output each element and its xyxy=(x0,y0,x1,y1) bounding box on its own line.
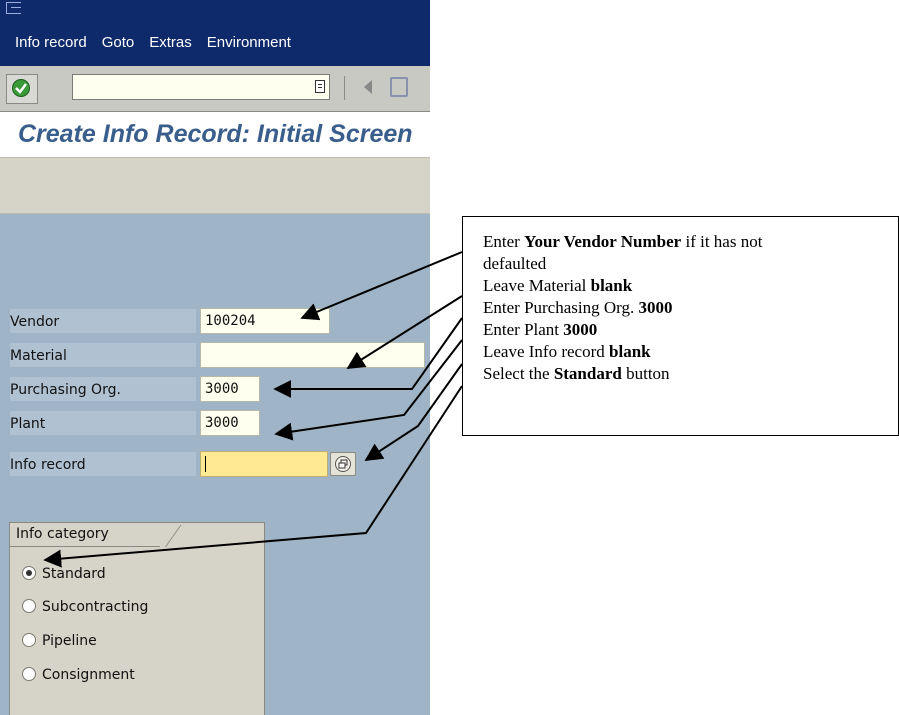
callout-bold: blank xyxy=(609,342,651,361)
enter-button[interactable] xyxy=(6,74,38,104)
radio-subcontracting-label: Subcontracting xyxy=(42,599,149,615)
radio-consignment-label: Consignment xyxy=(42,667,135,683)
info-category-group: Info category Standard Subcontracting Pi… xyxy=(9,522,265,715)
callout-text: button xyxy=(621,364,670,383)
green-check-icon xyxy=(12,79,30,97)
save-icon[interactable] xyxy=(390,77,408,97)
menu-extras[interactable]: Extras xyxy=(149,34,192,51)
menu-bar: Info record Goto Extras Environment xyxy=(0,0,430,66)
radio-button[interactable] xyxy=(22,599,36,613)
search-help-button[interactable] xyxy=(330,452,356,476)
material-field[interactable] xyxy=(200,342,425,368)
callout-text: Leave Material xyxy=(483,276,591,295)
callout-bold: Your Vendor Number xyxy=(524,232,682,251)
radio-standard-label: Standard xyxy=(42,566,106,582)
plant-label: Plant xyxy=(10,416,46,432)
system-menu-icon[interactable] xyxy=(6,2,21,14)
tab-edge xyxy=(165,525,182,547)
info-record-field[interactable] xyxy=(200,451,328,477)
radio-button-selected[interactable] xyxy=(22,566,36,580)
callout-text: Enter Plant xyxy=(483,320,564,339)
callout-text: Enter xyxy=(483,232,525,251)
standard-toolbar xyxy=(0,66,430,112)
radio-pipeline-label: Pipeline xyxy=(42,633,97,649)
callout-line-info-record: Leave Info record blank xyxy=(483,341,888,363)
callout-line-defaulted: defaulted xyxy=(483,253,888,275)
menu-info-record[interactable]: Info record xyxy=(15,34,87,51)
toolbar-separator xyxy=(344,76,345,100)
info-category-title: Info category xyxy=(16,526,109,542)
plant-field[interactable]: 3000 xyxy=(200,410,260,436)
search-help-icon xyxy=(335,456,351,472)
callout-bold: Standard xyxy=(553,364,622,383)
menu: Info record Goto Extras Environment xyxy=(15,34,306,51)
callout-line-standard: Select the Standard button xyxy=(483,363,888,385)
page-title: Create Info Record: Initial Screen xyxy=(18,120,413,148)
callout-line-plant: Enter Plant 3000 xyxy=(483,319,888,341)
callout-line-purch-org: Enter Purchasing Org. 3000 xyxy=(483,297,888,319)
callout-text: Leave Info record xyxy=(483,342,610,361)
back-arrow-icon[interactable] xyxy=(364,80,372,94)
menu-environment[interactable]: Environment xyxy=(207,34,291,51)
callout-text: if it has not xyxy=(681,232,763,251)
command-input[interactable] xyxy=(73,75,302,99)
instruction-callout: Enter Your Vendor Number if it has not d… xyxy=(462,216,899,436)
callout-text: defaulted xyxy=(483,254,547,273)
vendor-field[interactable]: 100204 xyxy=(200,308,330,334)
purch-org-label: Purchasing Org. xyxy=(10,382,121,398)
application-toolbar xyxy=(0,157,430,214)
purch-org-field[interactable]: 3000 xyxy=(200,376,260,402)
callout-text: Select the xyxy=(483,364,554,383)
menu-goto[interactable]: Goto xyxy=(102,34,135,51)
callout-bold: blank xyxy=(590,276,633,295)
radio-button[interactable] xyxy=(22,667,36,681)
text-caret xyxy=(205,456,206,472)
callout-line-material: Leave Material blank xyxy=(483,275,888,297)
vendor-label: Vendor xyxy=(10,314,60,330)
info-record-label: Info record xyxy=(10,457,86,473)
callout-bold: 3000 xyxy=(638,298,673,317)
command-history-icon[interactable] xyxy=(315,80,325,93)
material-label: Material xyxy=(10,348,67,364)
radio-button[interactable] xyxy=(22,633,36,647)
sap-window: Info record Goto Extras Environment Crea… xyxy=(0,0,430,715)
command-field[interactable] xyxy=(72,74,330,100)
title-area: Create Info Record: Initial Screen xyxy=(0,112,430,157)
callout-line-vendor: Enter Your Vendor Number if it has not xyxy=(483,231,888,253)
tab-line xyxy=(10,546,160,547)
callout-text: Enter Purchasing Org. xyxy=(483,298,639,317)
callout-bold: 3000 xyxy=(563,320,598,339)
